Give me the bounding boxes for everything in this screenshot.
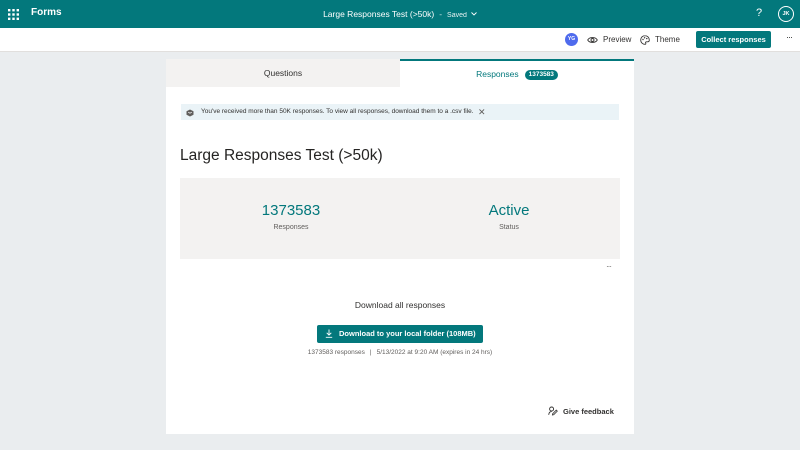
preview-button[interactable]: Preview: [587, 33, 631, 47]
form-title: Large Responses Test (>50k): [180, 147, 383, 164]
more-options-icon[interactable]: ···: [786, 32, 793, 42]
status-stat: Active Status: [449, 202, 569, 231]
palette-icon: [640, 35, 650, 45]
info-icon: [186, 108, 194, 124]
responses-label: Responses: [273, 224, 309, 231]
responses-stat: 1373583 Responses: [231, 202, 351, 231]
download-expiry: (expires in 24 hrs): [440, 349, 493, 356]
title-separator: -: [439, 9, 443, 19]
info-banner: You've received more than 50K responses.…: [181, 104, 619, 120]
download-timestamp: 5/13/2022 at 9:20 AM: [376, 349, 439, 356]
download-icon: [325, 329, 333, 338]
preview-label: Preview: [603, 35, 632, 44]
collaborator-avatar[interactable]: YG: [565, 33, 578, 46]
summary-more-icon[interactable]: ···: [606, 262, 612, 271]
tab-responses[interactable]: Responses 1373583: [400, 59, 634, 87]
collect-responses-button[interactable]: Collect responses: [696, 31, 771, 48]
document-title-bar[interactable]: Large Responses Test (>50k) - Saved: [0, 8, 800, 19]
tab-questions-label: Questions: [263, 68, 303, 78]
theme-button[interactable]: Theme: [640, 33, 680, 47]
tab-responses-label: Responses: [476, 69, 519, 79]
chevron-down-icon[interactable]: [471, 8, 477, 18]
summary-panel: 1373583 Responses Active Status: [180, 178, 620, 259]
download-button-label: Download to your local folder (108MB): [339, 329, 476, 338]
responses-card: Questions Responses 1373583 You've receiv…: [166, 59, 634, 434]
tab-bar: Questions Responses 1373583: [166, 59, 634, 87]
help-icon[interactable]: ?: [756, 7, 762, 19]
download-separator: |: [369, 349, 372, 356]
theme-label: Theme: [655, 35, 680, 44]
close-icon[interactable]: ✕: [478, 104, 486, 120]
banner-message: You've received more than 50K responses.…: [201, 108, 474, 115]
give-feedback-button[interactable]: Give feedback: [548, 406, 614, 416]
download-response-count: 1373583 responses: [307, 349, 365, 356]
download-heading: Download all responses: [354, 300, 446, 310]
give-feedback-label: Give feedback: [563, 406, 614, 416]
document-title[interactable]: Large Responses Test (>50k): [323, 9, 434, 19]
download-button[interactable]: Download to your local folder (108MB): [317, 325, 483, 343]
responses-count-badge: 1373583: [524, 70, 558, 80]
status-value: Active: [488, 202, 530, 219]
app-header: Forms Large Responses Test (>50k) - Saved …: [0, 0, 800, 28]
responses-count: 1373583: [261, 202, 321, 219]
user-avatar[interactable]: JK: [778, 6, 794, 22]
command-bar: YG Preview Theme Collect responses ···: [0, 28, 800, 52]
status-label: Status: [499, 224, 519, 231]
feedback-icon: [548, 406, 558, 416]
save-status: Saved: [447, 12, 467, 19]
eye-icon: [587, 37, 598, 43]
tab-questions[interactable]: Questions: [166, 59, 400, 87]
download-details: 1373583 responses | 5/13/2022 at 9:20 AM (…: [166, 349, 634, 356]
